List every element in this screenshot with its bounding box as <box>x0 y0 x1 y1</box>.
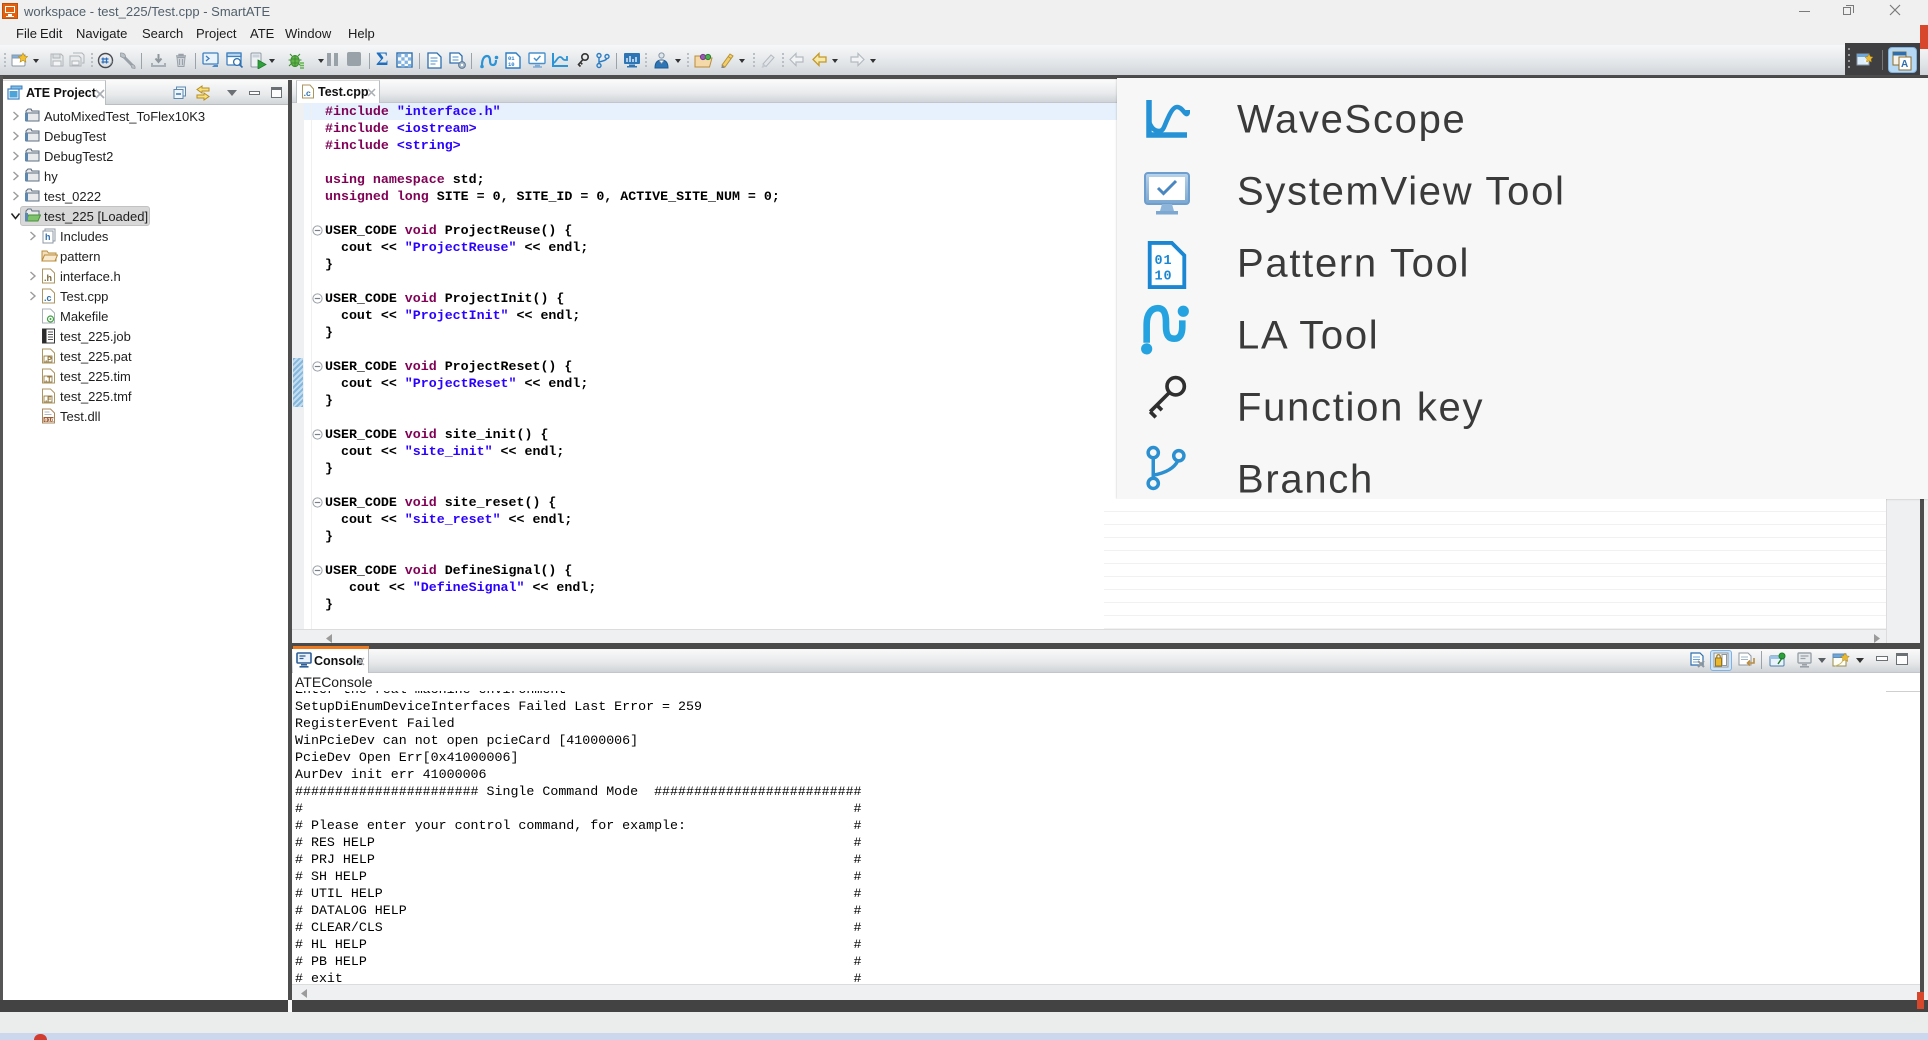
svg-text:.c: .c <box>304 88 311 98</box>
svg-text:A: A <box>1901 59 1908 70</box>
svg-text:.T: .T <box>45 377 52 384</box>
svg-text:.c: .c <box>44 293 52 303</box>
svg-text:.F: .F <box>45 397 52 404</box>
svg-text:10: 10 <box>1155 269 1173 284</box>
svg-text:10: 10 <box>508 61 515 68</box>
svg-text:010: 010 <box>44 416 54 423</box>
svg-text:.h: .h <box>44 273 52 283</box>
svg-text:.P: .P <box>45 357 52 364</box>
svg-text:01: 01 <box>1155 254 1173 269</box>
svg-text:h: h <box>45 232 51 242</box>
